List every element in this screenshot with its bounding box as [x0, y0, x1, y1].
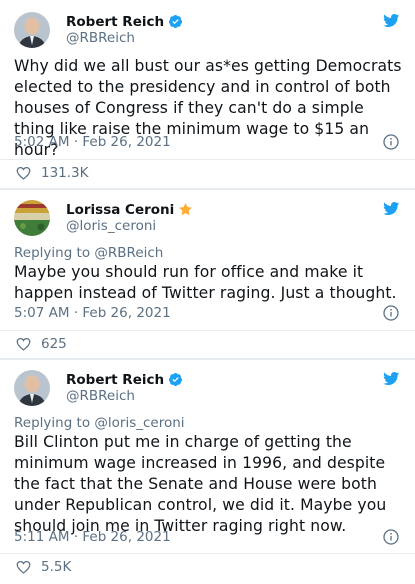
avatar[interactable] [14, 200, 50, 236]
twitter-bird-icon[interactable] [381, 200, 401, 217]
like-count-value: 5.5K [41, 559, 72, 575]
handle[interactable]: @loris_ceroni [66, 218, 156, 234]
verified-badge-icon [169, 14, 183, 29]
like-count[interactable]: 5.5K [16, 559, 71, 575]
twitter-bird-icon[interactable] [381, 12, 401, 29]
divider [0, 159, 415, 160]
heart-icon [16, 560, 31, 574]
divider [0, 553, 415, 554]
like-count[interactable]: 625 [16, 336, 67, 352]
display-name[interactable]: Robert Reich [66, 372, 183, 388]
replying-to[interactable]: Replying to @loris_ceroni [14, 415, 185, 431]
like-count-value: 625 [41, 336, 67, 352]
display-name[interactable]: Lorissa Ceroni [66, 202, 193, 218]
like-count[interactable]: 131.3K [16, 165, 89, 181]
replying-to[interactable]: Replying to @RBReich [14, 245, 163, 261]
info-icon[interactable] [383, 529, 399, 545]
handle[interactable]: @RBReich [66, 388, 135, 404]
tweet-3: Robert Reich @RBReich Replying to @loris… [0, 360, 415, 584]
avatar[interactable] [14, 12, 50, 48]
display-name-text: Lorissa Ceroni [66, 202, 175, 218]
display-name[interactable]: Robert Reich [66, 14, 183, 30]
display-name-text: Robert Reich [66, 14, 165, 30]
tweet-timestamp[interactable]: 5:02 AM · Feb 26, 2021 [14, 134, 171, 150]
star-emoji-icon [179, 202, 193, 216]
info-icon[interactable] [383, 305, 399, 321]
like-count-value: 131.3K [41, 165, 89, 181]
tweet-1: Robert Reich @RBReich Why did we all bus… [0, 0, 415, 188]
twitter-bird-icon[interactable] [381, 370, 401, 387]
display-name-text: Robert Reich [66, 372, 165, 388]
handle[interactable]: @RBReich [66, 30, 135, 46]
tweet-text: Bill Clinton put me in charge of getting… [14, 433, 387, 535]
tweet-timestamp[interactable]: 5:07 AM · Feb 26, 2021 [14, 305, 171, 321]
heart-icon [16, 337, 31, 351]
heart-icon [16, 166, 31, 180]
divider [0, 330, 415, 331]
tweet-text: Maybe you should run for office and make… [14, 263, 397, 302]
tweet-timestamp[interactable]: 5:11 AM · Feb 26, 2021 [14, 529, 171, 545]
avatar[interactable] [14, 370, 50, 406]
tweet-2: Lorissa Ceroni @loris_ceroni Replying to… [0, 190, 415, 358]
info-icon[interactable] [383, 134, 399, 150]
verified-badge-icon [169, 372, 183, 387]
